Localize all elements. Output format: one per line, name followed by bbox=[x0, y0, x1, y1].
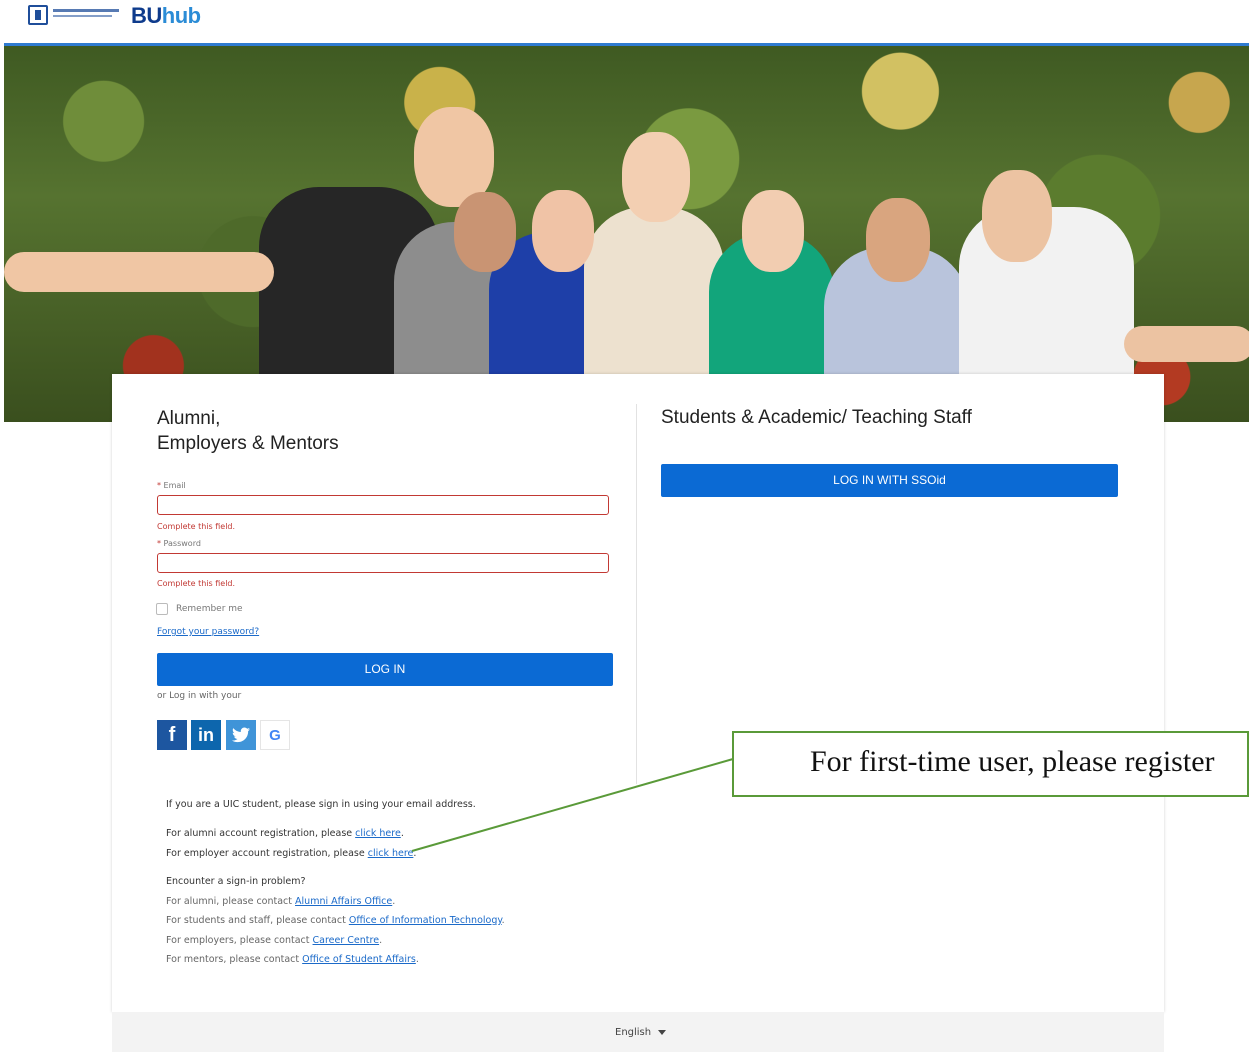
language-label: English bbox=[615, 1027, 652, 1038]
login-button[interactable]: LOG IN bbox=[157, 653, 613, 686]
buhub-logo-bu: BU bbox=[131, 3, 162, 28]
uic-note: If you are a UIC student, please sign in… bbox=[166, 799, 476, 810]
header: BUhub bbox=[0, 0, 1249, 46]
facebook-icon: f bbox=[168, 723, 176, 746]
forgot-password-link[interactable]: Forgot your password? bbox=[157, 627, 259, 637]
alumni-affairs-link[interactable]: Alumni Affairs Office bbox=[295, 896, 392, 907]
employer-registration-line: For employer account registration, pleas… bbox=[166, 848, 417, 859]
linkedin-icon: in bbox=[198, 724, 214, 745]
staff-contact-line: For students and staff, please contact O… bbox=[166, 915, 505, 926]
university-logo[interactable] bbox=[28, 5, 120, 27]
google-login-button[interactable]: G bbox=[260, 720, 290, 750]
signin-problem-heading: Encounter a sign-in problem? bbox=[166, 876, 306, 887]
remember-me[interactable]: Remember me bbox=[156, 603, 243, 615]
employer-registration-link[interactable]: click here bbox=[368, 848, 414, 859]
mentor-contact-line: For mentors, please contact Office of St… bbox=[166, 954, 419, 965]
alumni-contact-line: For alumni, please contact Alumni Affair… bbox=[166, 896, 396, 907]
linkedin-login-button[interactable]: in bbox=[191, 720, 221, 750]
alumni-section-title: Alumni, Employers & Mentors bbox=[157, 406, 397, 456]
password-error: Complete this field. bbox=[157, 579, 236, 588]
ito-link[interactable]: Office of Information Technology bbox=[349, 915, 502, 926]
alumni-registration-line: For alumni account registration, please … bbox=[166, 828, 404, 839]
email-input[interactable] bbox=[157, 495, 609, 515]
remember-me-label: Remember me bbox=[176, 604, 243, 614]
registration-callout: For first-time user, please register bbox=[732, 731, 1249, 797]
remember-me-checkbox[interactable] bbox=[156, 603, 168, 615]
facebook-login-button[interactable]: f bbox=[157, 720, 187, 750]
career-centre-link[interactable]: Career Centre bbox=[313, 935, 380, 946]
password-label: * Password bbox=[157, 539, 201, 548]
footer: English bbox=[112, 1012, 1164, 1052]
students-section-title: Students & Academic/ Teaching Staff bbox=[661, 407, 972, 428]
employer-contact-line: For employers, please contact Career Cen… bbox=[166, 935, 383, 946]
caret-down-icon bbox=[658, 1030, 667, 1035]
password-input[interactable] bbox=[157, 553, 609, 573]
twitter-icon bbox=[232, 727, 250, 743]
language-selector[interactable]: English bbox=[615, 1027, 667, 1038]
alumni-title-line1: Alumni, bbox=[157, 408, 221, 429]
login-card: Alumni, Employers & Mentors * Email Comp… bbox=[112, 374, 1164, 1012]
student-affairs-link[interactable]: Office of Student Affairs bbox=[302, 954, 416, 965]
buhub-logo[interactable]: BUhub bbox=[131, 3, 201, 29]
callout-text: For first-time user, please register bbox=[810, 745, 1215, 778]
column-divider bbox=[636, 404, 637, 784]
buhub-logo-hub: hub bbox=[161, 3, 201, 28]
email-error: Complete this field. bbox=[157, 522, 236, 531]
google-icon: G bbox=[269, 726, 281, 744]
twitter-login-button[interactable] bbox=[226, 720, 256, 750]
sso-login-button[interactable]: LOG IN WITH SSOid bbox=[661, 464, 1118, 497]
alumni-title-line2: Employers & Mentors bbox=[157, 433, 339, 454]
social-login-text: or Log in with your bbox=[157, 691, 242, 701]
email-label: * Email bbox=[157, 481, 186, 490]
hero-banner-image bbox=[4, 46, 1249, 422]
alumni-registration-link[interactable]: click here bbox=[355, 828, 401, 839]
university-crest-icon bbox=[28, 5, 48, 25]
